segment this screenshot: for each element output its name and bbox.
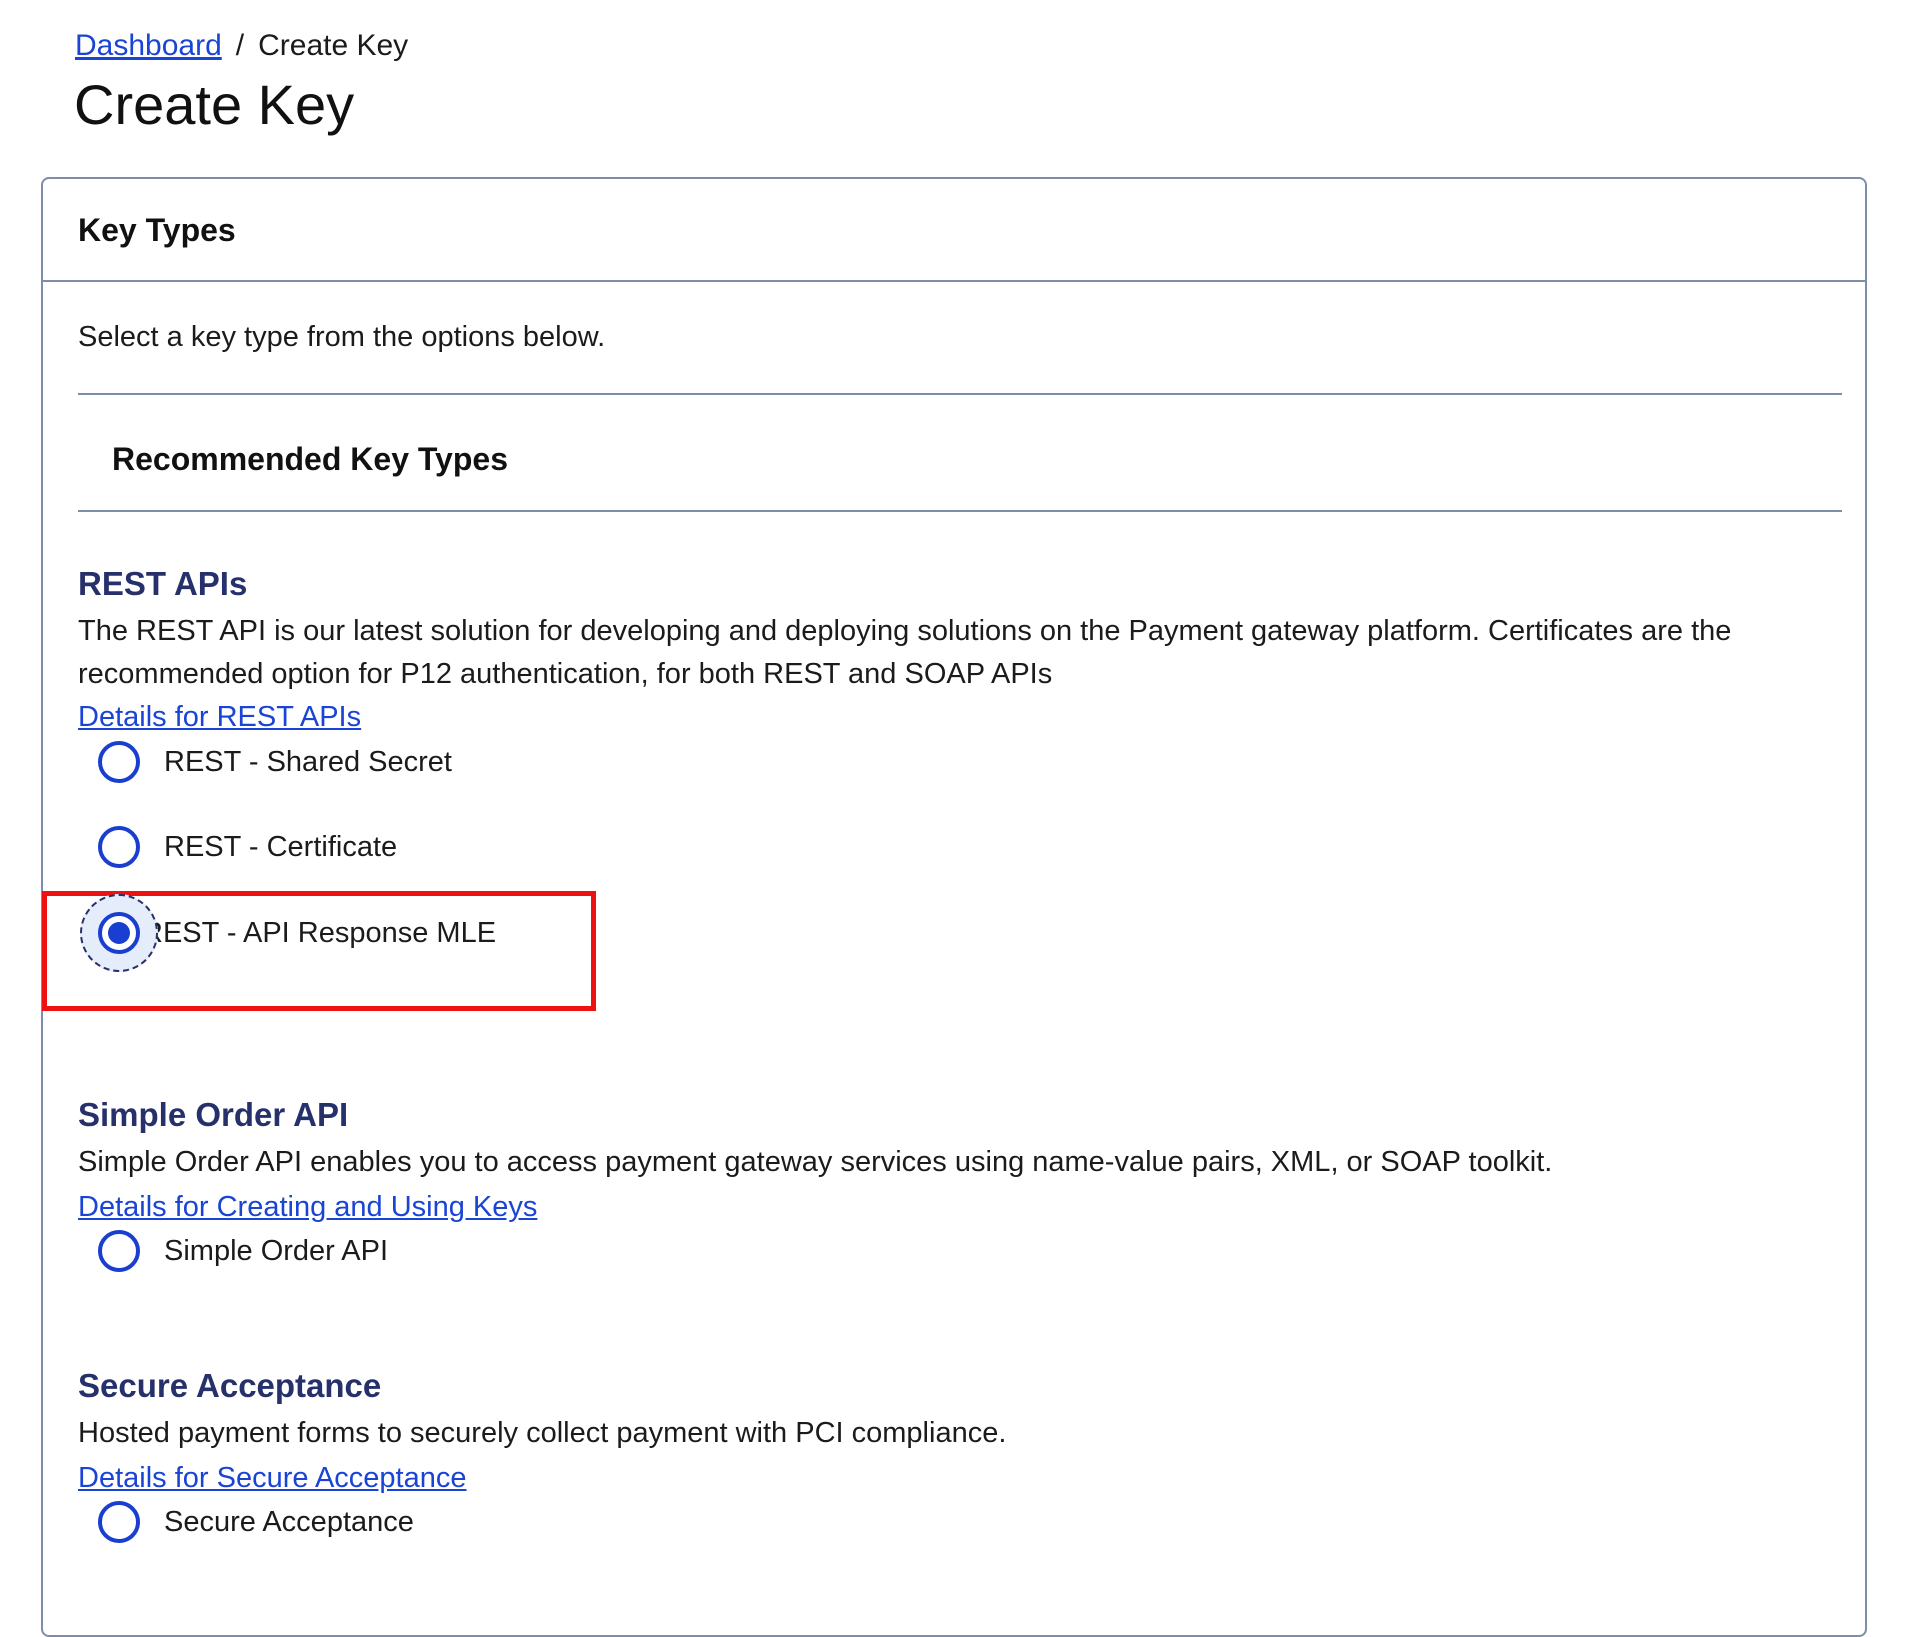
breadcrumb-dashboard-link[interactable]: Dashboard [75,29,222,62]
radio-option-rest-certificate[interactable]: REST - Certificate [98,822,397,872]
radio-option-rest-api-response-mle[interactable]: REST - API Response MLE [80,894,497,972]
divider-bottom [78,510,1842,512]
radio-option-simple-order-api[interactable]: Simple Order API [98,1226,388,1276]
panel-title: Key Types [78,212,236,248]
radio-label: REST - API Response MLE [142,917,497,949]
panel-intro-text: Select a key type from the options below… [78,321,606,353]
radio-circle [98,741,140,783]
radio-unchecked-icon [98,1501,140,1543]
radio-circle [98,1230,140,1272]
radio-option-rest-shared-secret[interactable]: REST - Shared Secret [98,737,452,787]
breadcrumb-current: Create Key [258,29,409,62]
rest-apis-details-link[interactable]: Details for REST APIs [78,699,361,735]
secure-acceptance-details-link[interactable]: Details for Secure Acceptance [78,1460,466,1496]
radio-label: Secure Acceptance [164,1506,414,1538]
radio-circle [98,912,140,954]
recommended-heading: Recommended Key Types [112,441,508,477]
radio-circle [98,1501,140,1543]
secure-acceptance-title: Secure Acceptance [78,1367,382,1404]
radio-option-secure-acceptance[interactable]: Secure Acceptance [98,1497,414,1547]
page-title: Create Key [74,73,355,136]
breadcrumb: Dashboard / Create Key [75,28,408,64]
divider-top [78,393,1842,395]
radio-unchecked-icon [98,826,140,868]
breadcrumb-separator: / [235,29,245,62]
key-types-panel: Key Types Select a key type from the opt… [41,177,1867,1637]
radio-checked-icon [80,894,158,972]
radio-unchecked-icon [98,1230,140,1272]
radio-label: REST - Shared Secret [164,746,452,778]
radio-unchecked-icon [98,741,140,783]
simple-order-api-title: Simple Order API [78,1096,349,1133]
panel-header: Key Types [43,179,1865,282]
simple-order-api-description: Simple Order API enables you to access p… [78,1146,1553,1178]
simple-order-api-details-link[interactable]: Details for Creating and Using Keys [78,1189,537,1225]
radio-circle [98,826,140,868]
radio-label: Simple Order API [164,1235,389,1267]
rest-apis-title: REST APIs [78,565,248,602]
rest-apis-description: The REST API is our latest solution for … [78,615,1732,690]
secure-acceptance-description: Hosted payment forms to securely collect… [78,1417,1007,1449]
radio-label: REST - Certificate [164,831,398,863]
